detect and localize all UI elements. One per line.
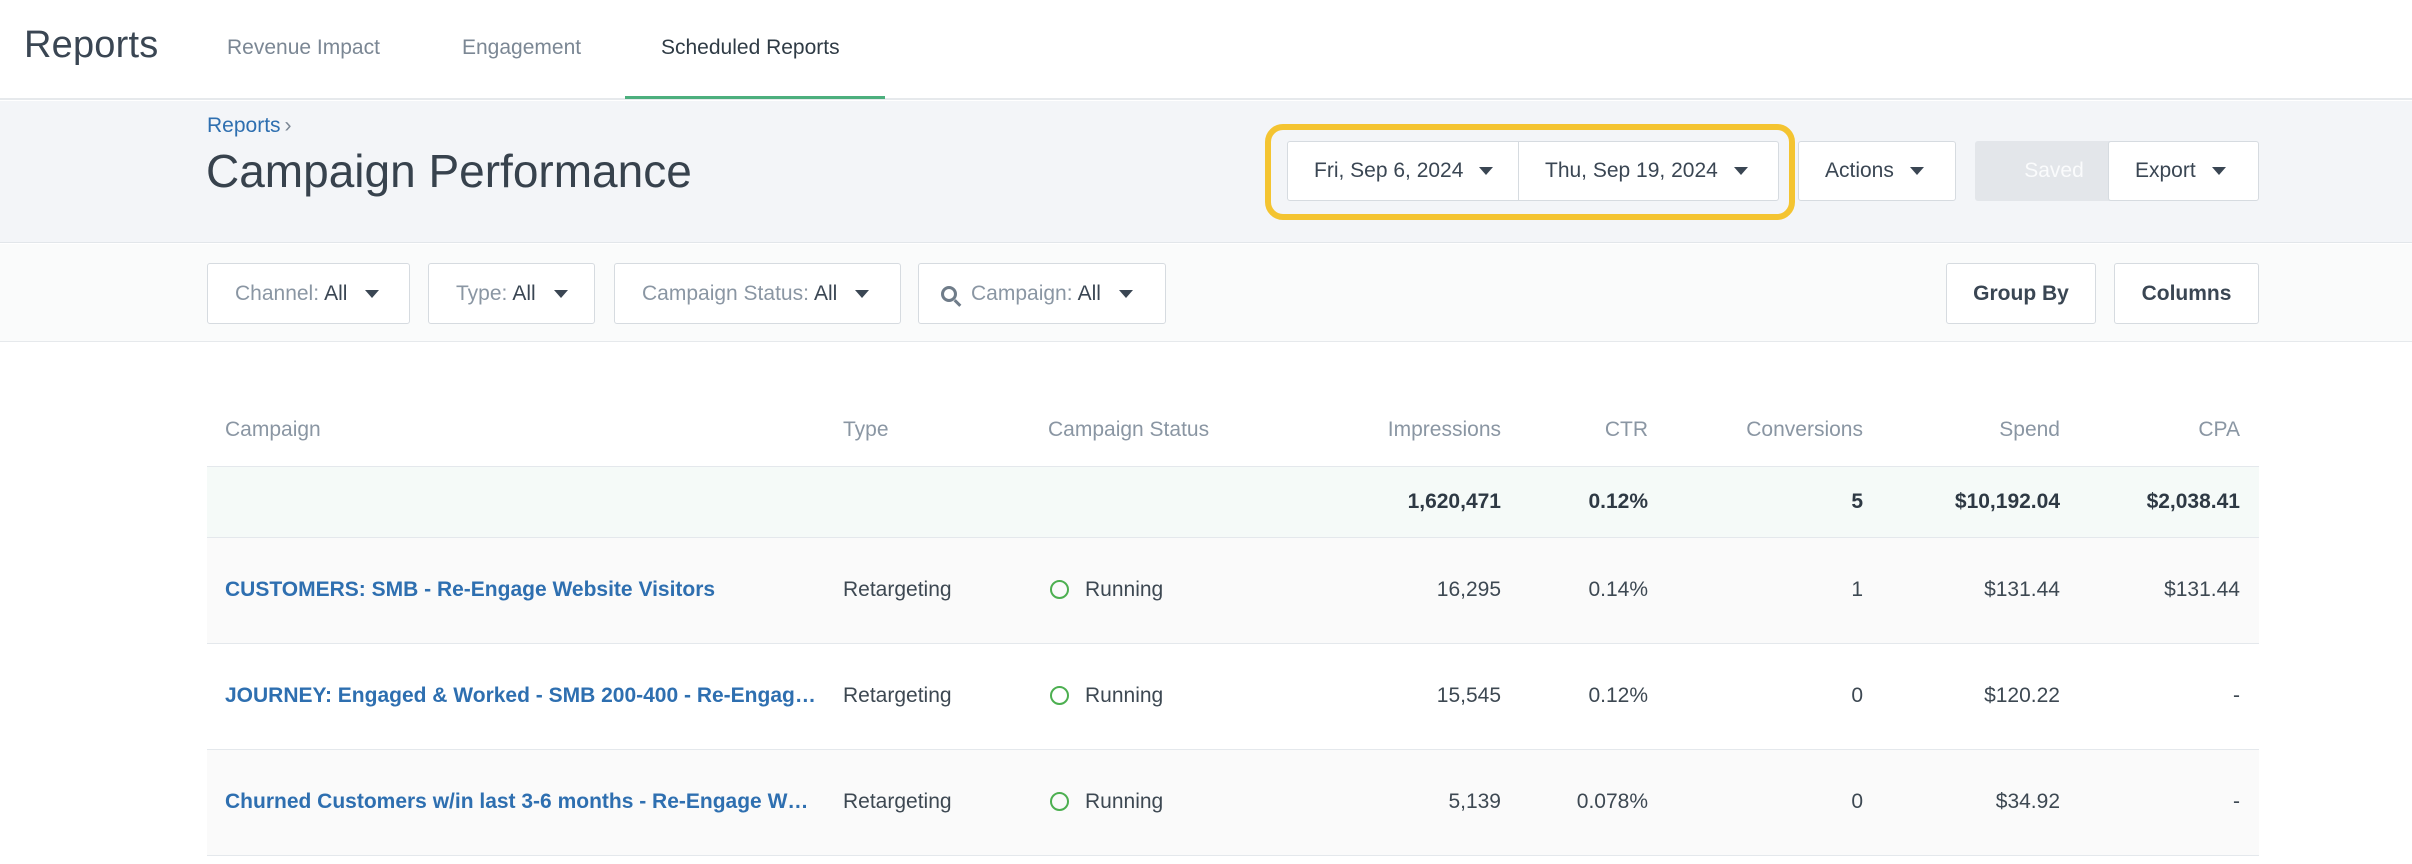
actions-button[interactable]: Actions bbox=[1798, 141, 1956, 201]
total-ctr: 0.12% bbox=[1588, 490, 1648, 513]
top-nav: Reports Revenue Impact Engagement Schedu… bbox=[0, 0, 2412, 100]
start-date-value: Fri, Sep 6, 2024 bbox=[1314, 159, 1464, 182]
campaign-link[interactable]: Churned Customers w/in last 3-6 months -… bbox=[225, 790, 825, 814]
column-header-ctr[interactable]: CTR bbox=[1548, 418, 1648, 442]
chevron-down-icon bbox=[2211, 167, 2226, 175]
channel-filter[interactable]: Channel: All bbox=[207, 263, 410, 324]
app-title: Reports bbox=[24, 24, 159, 66]
chevron-down-icon bbox=[1733, 167, 1748, 175]
tab-scheduled-reports[interactable]: Scheduled Reports bbox=[661, 36, 840, 60]
column-header-type[interactable]: Type bbox=[843, 418, 889, 442]
conversions-cell: 0 bbox=[1851, 790, 1863, 813]
breadcrumb[interactable]: Reports › bbox=[207, 114, 292, 138]
columns-button[interactable]: Columns bbox=[2114, 263, 2259, 324]
status-cell: Running bbox=[1085, 578, 1164, 601]
campaign-link[interactable]: JOURNEY: Engaged & Worked - SMB 200-400 … bbox=[225, 684, 825, 708]
status-cell: Running bbox=[1085, 790, 1164, 813]
campaign-link[interactable]: CUSTOMERS: SMB - Re-Engage Website Visit… bbox=[225, 578, 825, 602]
impressions-cell: 5,139 bbox=[1448, 790, 1501, 813]
spend-cell: $120.22 bbox=[1984, 684, 2060, 707]
filter-value: All bbox=[1077, 281, 1101, 305]
end-date-picker[interactable]: Thu, Sep 19, 2024 bbox=[1518, 141, 1779, 201]
campaign-filter[interactable]: Campaign: All bbox=[918, 263, 1166, 324]
ctr-cell: 0.14% bbox=[1588, 578, 1648, 601]
filter-label: Campaign: bbox=[971, 281, 1073, 305]
impressions-cell: 15,545 bbox=[1436, 684, 1501, 707]
export-button[interactable]: Export bbox=[2108, 141, 2259, 201]
tab-revenue-impact[interactable]: Revenue Impact bbox=[227, 36, 380, 60]
conversions-cell: 1 bbox=[1851, 578, 1863, 601]
filter-label: Type: bbox=[456, 281, 508, 305]
breadcrumb-separator: › bbox=[284, 114, 292, 137]
chevron-down-icon bbox=[855, 289, 870, 298]
spend-cell: $34.92 bbox=[1995, 790, 2060, 813]
breadcrumb-reports-link[interactable]: Reports bbox=[207, 114, 281, 137]
cpa-cell: - bbox=[2233, 790, 2240, 813]
filter-label: Campaign Status: bbox=[642, 281, 809, 305]
search-icon bbox=[941, 285, 957, 302]
ctr-cell: 0.12% bbox=[1588, 684, 1648, 707]
status-running-icon bbox=[1050, 686, 1069, 705]
type-cell: Retargeting bbox=[843, 790, 952, 813]
filter-value: All bbox=[512, 281, 536, 305]
type-filter[interactable]: Type: All bbox=[428, 263, 595, 324]
start-date-picker[interactable]: Fri, Sep 6, 2024 bbox=[1287, 141, 1519, 201]
status-cell: Running bbox=[1085, 684, 1164, 707]
page-title: Campaign Performance bbox=[206, 145, 692, 197]
cpa-cell: - bbox=[2233, 684, 2240, 707]
chevron-down-icon bbox=[365, 289, 380, 298]
status-running-icon bbox=[1050, 792, 1069, 811]
tab-engagement[interactable]: Engagement bbox=[462, 36, 581, 60]
filter-label: Channel: bbox=[235, 281, 320, 305]
filter-value: All bbox=[324, 281, 348, 305]
total-spend: $10,192.04 bbox=[1954, 490, 2060, 513]
column-header-cpa[interactable]: CPA bbox=[2100, 418, 2240, 442]
actions-label: Actions bbox=[1825, 159, 1894, 182]
column-header-campaign-status[interactable]: Campaign Status bbox=[1048, 418, 1209, 442]
total-impressions: 1,620,471 bbox=[1407, 490, 1501, 513]
end-date-value: Thu, Sep 19, 2024 bbox=[1545, 159, 1718, 182]
table-divider bbox=[207, 855, 2259, 856]
type-cell: Retargeting bbox=[843, 578, 952, 601]
chevron-down-icon bbox=[1118, 289, 1133, 298]
cpa-cell: $131.44 bbox=[2164, 578, 2240, 601]
status-running-icon bbox=[1050, 580, 1069, 599]
active-tab-indicator bbox=[625, 96, 885, 99]
spend-cell: $131.44 bbox=[1984, 578, 2060, 601]
filter-value: All bbox=[813, 281, 838, 305]
campaign-status-filter[interactable]: Campaign Status: All bbox=[614, 263, 901, 324]
impressions-cell: 16,295 bbox=[1436, 578, 1501, 601]
column-header-spend[interactable]: Spend bbox=[1900, 418, 2060, 442]
group-by-button[interactable]: Group By bbox=[1946, 263, 2096, 324]
export-label: Export bbox=[2135, 159, 2196, 182]
ctr-cell: 0.078% bbox=[1576, 790, 1648, 813]
chevron-down-icon bbox=[1479, 167, 1494, 175]
chevron-down-icon bbox=[553, 289, 568, 298]
column-header-campaign[interactable]: Campaign bbox=[225, 418, 321, 442]
total-conversions: 5 bbox=[1851, 490, 1863, 513]
column-header-impressions[interactable]: Impressions bbox=[1300, 418, 1501, 442]
type-cell: Retargeting bbox=[843, 684, 952, 707]
chevron-down-icon bbox=[1909, 167, 1924, 175]
conversions-cell: 0 bbox=[1851, 684, 1863, 707]
column-header-conversions[interactable]: Conversions bbox=[1660, 418, 1863, 442]
total-cpa: $2,038.41 bbox=[2146, 490, 2240, 513]
